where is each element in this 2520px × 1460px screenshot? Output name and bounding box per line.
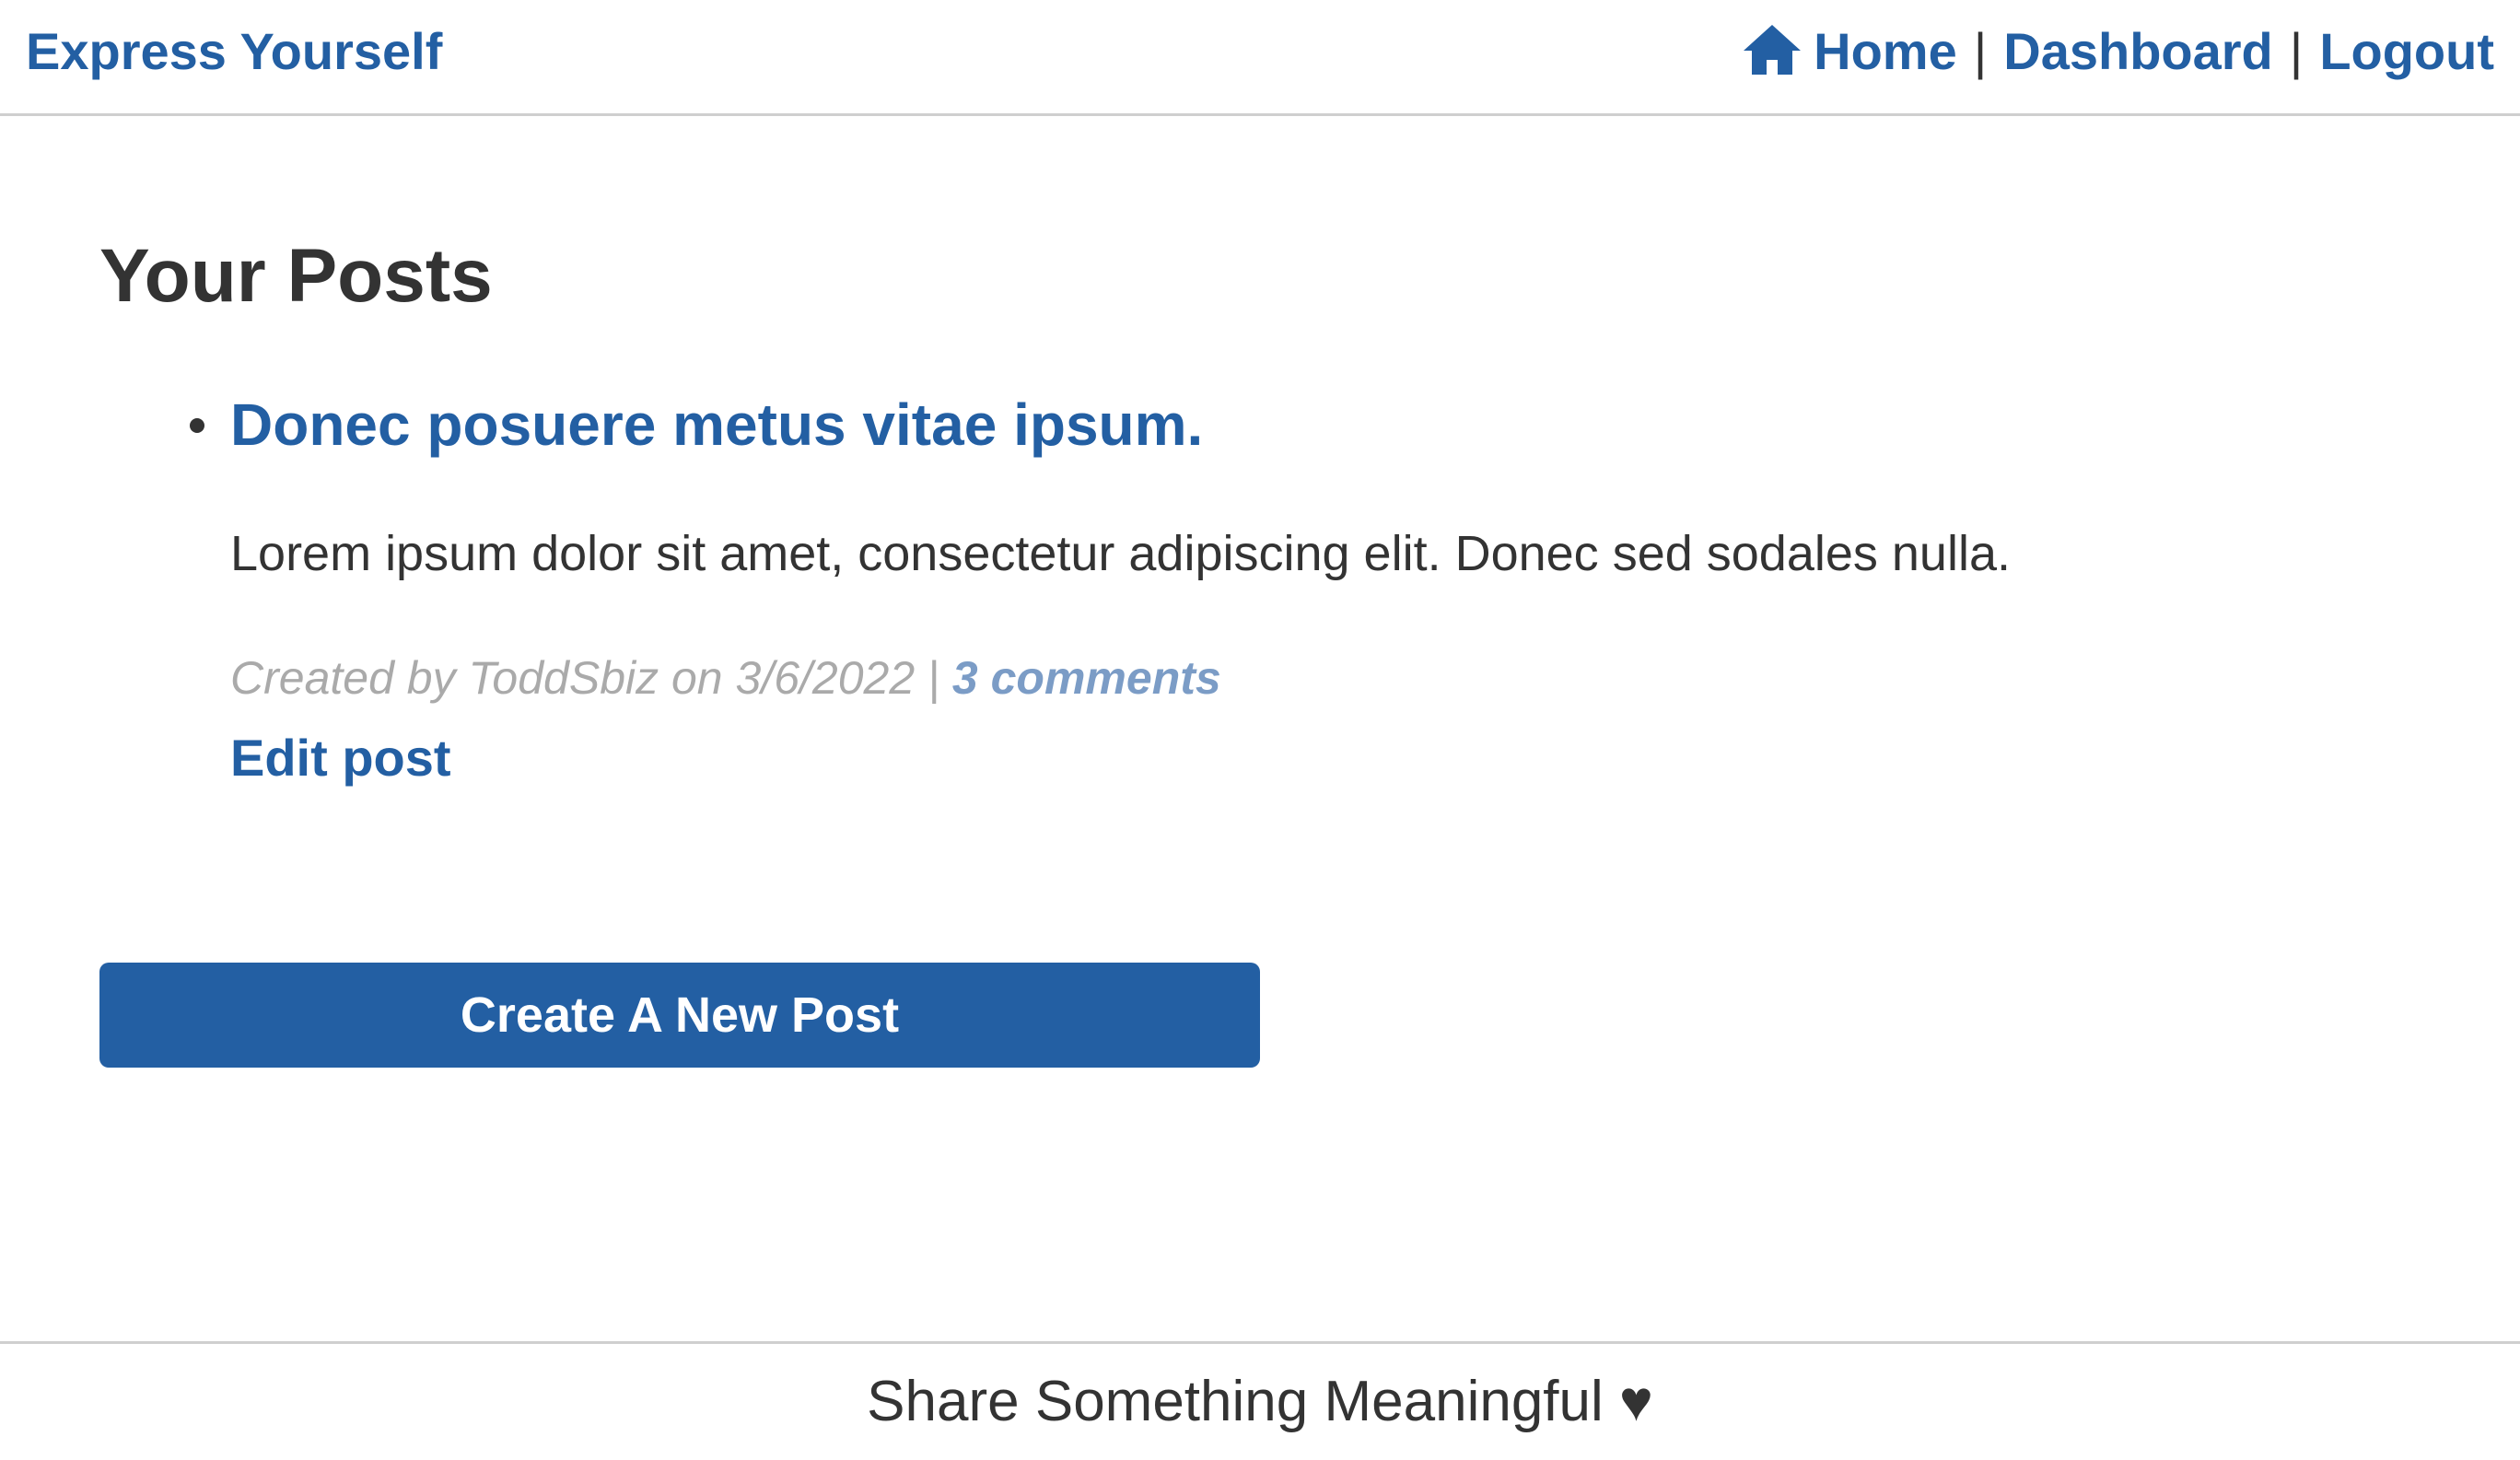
home-icon bbox=[1744, 25, 1802, 75]
nav-dashboard-link[interactable]: Dashboard bbox=[2003, 18, 2273, 85]
nav-separator: | bbox=[2289, 22, 2304, 80]
nav-home-label: Home bbox=[1814, 22, 1957, 80]
nav-home-link[interactable]: Home bbox=[1742, 18, 1957, 85]
post-title-link[interactable]: Donec posuere metus vitae ipsum. bbox=[230, 383, 2310, 466]
page-title: Your Posts bbox=[99, 234, 493, 318]
brand-link[interactable]: Express Yourself bbox=[26, 18, 442, 85]
site-footer: Share Something Meaningful ♥ bbox=[0, 1341, 2520, 1460]
nav-logout-link[interactable]: Logout bbox=[2319, 18, 2494, 85]
post-list: Donec posuere metus vitae ipsum. bbox=[99, 383, 2310, 466]
post-body: Lorem ipsum dolor sit amet, consectetur … bbox=[230, 526, 2011, 581]
list-item: Donec posuere metus vitae ipsum. bbox=[99, 383, 2310, 466]
edit-post-link[interactable]: Edit post bbox=[230, 726, 451, 790]
post-meta-text: Created by ToddSbiz on 3/6/2022 | bbox=[230, 652, 952, 704]
create-post-button[interactable]: Create A New Post bbox=[99, 963, 1260, 1068]
top-nav: Home | Dashboard | Logout bbox=[1742, 18, 2494, 85]
nav-separator: | bbox=[1973, 22, 1988, 80]
comments-link[interactable]: 3 comments bbox=[952, 652, 1221, 704]
site-header: Express Yourself Home | Dashboard | Logo… bbox=[0, 0, 2520, 116]
post-meta: Created by ToddSbiz on 3/6/2022 | 3 comm… bbox=[230, 648, 1221, 707]
bullet-icon bbox=[190, 418, 204, 433]
